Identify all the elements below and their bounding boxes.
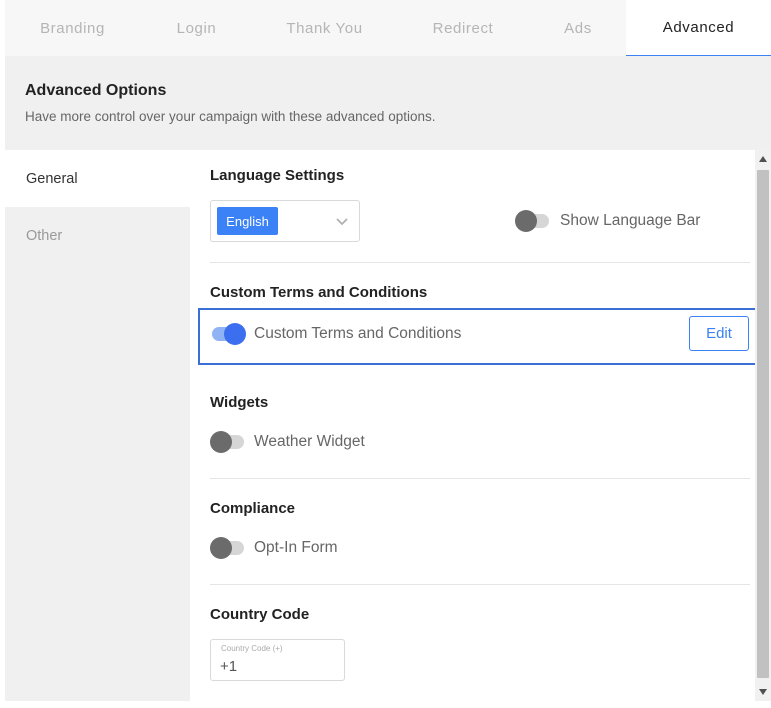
language-select[interactable]: English	[210, 200, 360, 242]
opt-in-form-label: Opt-In Form	[254, 539, 338, 556]
tab-login[interactable]: Login	[140, 0, 253, 56]
content-scrollbar[interactable]	[755, 150, 771, 701]
scroll-up-button[interactable]	[755, 150, 771, 168]
toggle-knob	[210, 537, 232, 559]
section-divider	[210, 478, 750, 479]
country-code-value[interactable]: +1	[220, 658, 237, 675]
tab-ads[interactable]: Ads	[530, 0, 626, 56]
tab-redirect[interactable]: Redirect	[396, 0, 530, 56]
country-code-title: Country Code	[210, 606, 310, 623]
toggle-knob	[515, 210, 537, 232]
language-settings-title: Language Settings	[210, 167, 345, 184]
tab-advanced[interactable]: Advanced	[626, 0, 771, 56]
chevron-down-icon	[336, 218, 348, 226]
edit-terms-button[interactable]: Edit	[689, 316, 749, 351]
scroll-down-button[interactable]	[755, 683, 771, 701]
sidebar-item-other[interactable]: Other	[5, 207, 190, 264]
scrollbar-thumb[interactable]	[757, 170, 769, 678]
custom-terms-title: Custom Terms and Conditions	[210, 284, 428, 301]
tab-bar: Branding Login Thank You Redirect Ads Ad…	[5, 0, 771, 56]
section-divider	[210, 262, 750, 263]
tab-branding[interactable]: Branding	[5, 0, 140, 56]
triangle-down-icon	[759, 689, 767, 695]
custom-terms-label: Custom Terms and Conditions	[254, 325, 462, 342]
weather-widget-toggle[interactable]	[210, 430, 246, 454]
section-divider	[210, 584, 750, 585]
weather-widget-label: Weather Widget	[254, 433, 365, 450]
country-code-input[interactable]: Country Code (+) +1	[210, 639, 345, 681]
page-title: Advanced Options	[25, 82, 167, 99]
opt-in-form-toggle[interactable]	[210, 536, 246, 560]
compliance-title: Compliance	[210, 500, 296, 517]
show-language-bar-label: Show Language Bar	[560, 212, 701, 229]
tab-thank-you[interactable]: Thank You	[253, 0, 396, 56]
settings-content: Language Settings English Show Language …	[190, 150, 755, 701]
sidebar: General Other	[5, 150, 190, 701]
triangle-up-icon	[759, 156, 767, 162]
page-subtitle: Have more control over your campaign wit…	[25, 109, 436, 124]
show-language-bar-toggle[interactable]	[515, 209, 551, 233]
custom-terms-toggle[interactable]	[210, 322, 246, 346]
toggle-knob	[224, 323, 246, 345]
selected-language-chip[interactable]: English	[217, 207, 278, 235]
advanced-options-panel: Advanced Options Have more control over …	[5, 56, 771, 701]
sidebar-item-general[interactable]: General	[5, 150, 190, 207]
widgets-title: Widgets	[210, 394, 269, 411]
country-code-field-label: Country Code (+)	[221, 644, 283, 653]
toggle-knob	[210, 431, 232, 453]
